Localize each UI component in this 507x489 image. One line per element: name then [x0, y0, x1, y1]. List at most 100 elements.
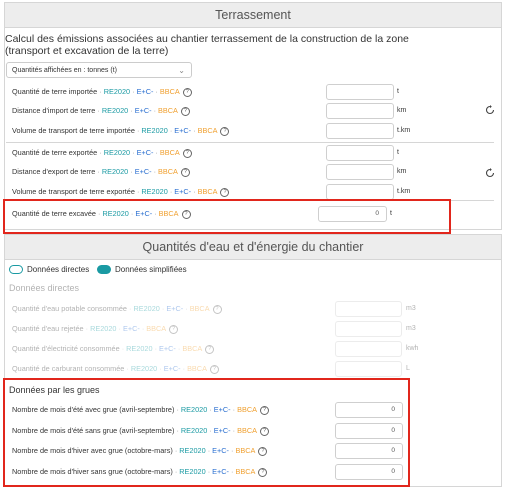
grue-0-input[interactable]: 0: [335, 402, 403, 418]
highlight-excavation: [3, 199, 451, 234]
direct-2-unit: kwh: [406, 345, 419, 352]
tag-bbca: BBCA: [159, 87, 180, 96]
direct-data-title: Données directes: [9, 283, 80, 293]
tag-re2020: RE2020: [130, 364, 158, 373]
tag-bbca: BBCA: [197, 187, 218, 196]
tag-bbca: BBCA: [237, 426, 257, 435]
help-icon[interactable]: ?: [209, 364, 219, 374]
terre-3-unit: t: [397, 149, 399, 156]
tag-ec: E+C-: [213, 426, 231, 435]
tag-ec: E+C-: [213, 405, 231, 414]
terre-2-label: Volume de transport de terre importée · …: [12, 126, 230, 136]
unit-select[interactable]: Quantités affichées en : tonnes (t) ⌄: [6, 62, 192, 78]
grues-title: Données par les grues: [9, 385, 100, 395]
tag-re2020: RE2020: [141, 126, 168, 135]
direct-2-input[interactable]: [335, 341, 402, 357]
tag-re2020: RE2020: [103, 148, 131, 157]
tag-re2020: RE2020: [141, 187, 168, 196]
terre-1-unit: km: [397, 107, 407, 114]
tag-bbca: BBCA: [237, 405, 257, 414]
tag-ec: E+C-: [134, 167, 152, 176]
toggle-direct[interactable]: [9, 265, 23, 274]
direct-1-unit: m3: [406, 325, 416, 332]
help-icon[interactable]: ?: [180, 167, 190, 177]
grue-1-label: Nombre de mois d'été sans grue (avril-se…: [12, 426, 269, 436]
tag-ec: E+C-: [163, 364, 181, 373]
terre-4-unit: km: [397, 168, 407, 175]
direct-0-label: Quantité d'eau potable consommée · RE202…: [12, 304, 222, 314]
terre-2-input[interactable]: [326, 123, 394, 139]
help-icon[interactable]: ?: [182, 148, 192, 158]
help-icon[interactable]: ?: [259, 405, 269, 415]
direct-3-unit: L: [406, 365, 410, 372]
tag-bbca: BBCA: [158, 167, 178, 176]
refresh-icon[interactable]: [485, 105, 495, 118]
tag-bbca: BBCA: [159, 148, 180, 157]
tag-ec: E+C-: [212, 446, 229, 455]
terre-5-label: Volume de transport de terre exportée · …: [12, 187, 230, 197]
terre-4-label: Distance d'export de terre · RE2020 · E+…: [12, 167, 190, 177]
tag-re2020: RE2020: [90, 324, 117, 333]
terre-0-input[interactable]: [326, 84, 394, 100]
eau-energie-title: Quantités d'eau et d'énergie du chantier: [5, 235, 501, 260]
help-icon[interactable]: ?: [180, 106, 190, 116]
direct-3-label: Quantité de carburant consommée · RE2020…: [12, 364, 219, 374]
grue-2-label: Nombre de mois d'hiver avec grue (octobr…: [12, 446, 268, 456]
terre-5-input[interactable]: [326, 184, 394, 200]
terre-0-label: Quantité de terre importée · RE2020 · E+…: [12, 87, 192, 97]
direct-0-unit: m3: [406, 305, 416, 312]
toggle-simplified[interactable]: [97, 265, 111, 274]
tag-bbca: BBCA: [187, 364, 207, 373]
tag-ec: E+C-: [122, 324, 140, 333]
tag-re2020: RE2020: [179, 446, 206, 455]
terrassement-title: Terrassement: [5, 3, 501, 28]
terre-1-input[interactable]: [326, 103, 394, 119]
tag-re2020: RE2020: [101, 167, 129, 176]
help-icon[interactable]: ?: [182, 87, 192, 97]
grue-3-input[interactable]: 0: [335, 464, 403, 480]
grue-2-input[interactable]: 0: [335, 443, 403, 459]
tag-bbca: BBCA: [235, 467, 256, 476]
terre-0-unit: t: [397, 88, 399, 95]
grue-0-label: Nombre de mois d'été avec grue (avril-se…: [12, 405, 269, 415]
refresh-icon[interactable]: [485, 168, 495, 181]
tag-bbca: BBCA: [235, 446, 256, 455]
terre-4-input[interactable]: [326, 164, 394, 180]
tag-re2020: RE2020: [179, 467, 206, 476]
help-icon[interactable]: ?: [258, 446, 268, 456]
tag-ec: E+C-: [166, 304, 184, 313]
direct-1-input[interactable]: [335, 321, 402, 337]
help-icon[interactable]: ?: [220, 187, 230, 197]
grue-3-label: Nombre de mois d'hiver sans grue (octobr…: [12, 467, 268, 477]
tag-bbca: BBCA: [197, 126, 218, 135]
help-icon[interactable]: ?: [259, 426, 269, 436]
direct-1-label: Quantité d'eau rejetée · RE2020 · E+C- ·…: [12, 324, 179, 334]
tag-bbca: BBCA: [189, 304, 210, 313]
tag-ec: E+C-: [134, 106, 152, 115]
terre-2-unit: t.km: [397, 127, 411, 134]
terre-1-label: Distance d'import de terre · RE2020 · E+…: [12, 106, 190, 116]
grue-1-input[interactable]: 0: [335, 423, 403, 439]
toggle-direct-label: Données directes: [27, 265, 90, 274]
tag-re2020: RE2020: [126, 344, 153, 353]
tag-ec: E+C-: [174, 187, 192, 196]
help-icon[interactable]: ?: [169, 324, 179, 334]
tag-ec: E+C-: [174, 126, 192, 135]
direct-3-input[interactable]: [335, 361, 402, 377]
direct-2-label: Quantité d'électricité consommée · RE202…: [12, 344, 215, 354]
tag-re2020: RE2020: [133, 304, 160, 313]
tag-re2020: RE2020: [180, 405, 208, 414]
terre-3-input[interactable]: [326, 145, 394, 161]
tag-ec: E+C-: [136, 87, 154, 96]
help-icon[interactable]: ?: [258, 467, 268, 477]
direct-0-input[interactable]: [335, 301, 402, 317]
help-icon[interactable]: ?: [212, 304, 222, 314]
divider: [6, 142, 494, 143]
tag-re2020: RE2020: [101, 106, 129, 115]
help-icon[interactable]: ?: [205, 344, 215, 354]
terre-3-label: Quantité de terre exportée · RE2020 · E+…: [12, 148, 192, 158]
tag-bbca: BBCA: [146, 324, 167, 333]
tag-bbca: BBCA: [182, 344, 203, 353]
terre-5-unit: t.km: [397, 188, 411, 195]
help-icon[interactable]: ?: [220, 126, 230, 136]
